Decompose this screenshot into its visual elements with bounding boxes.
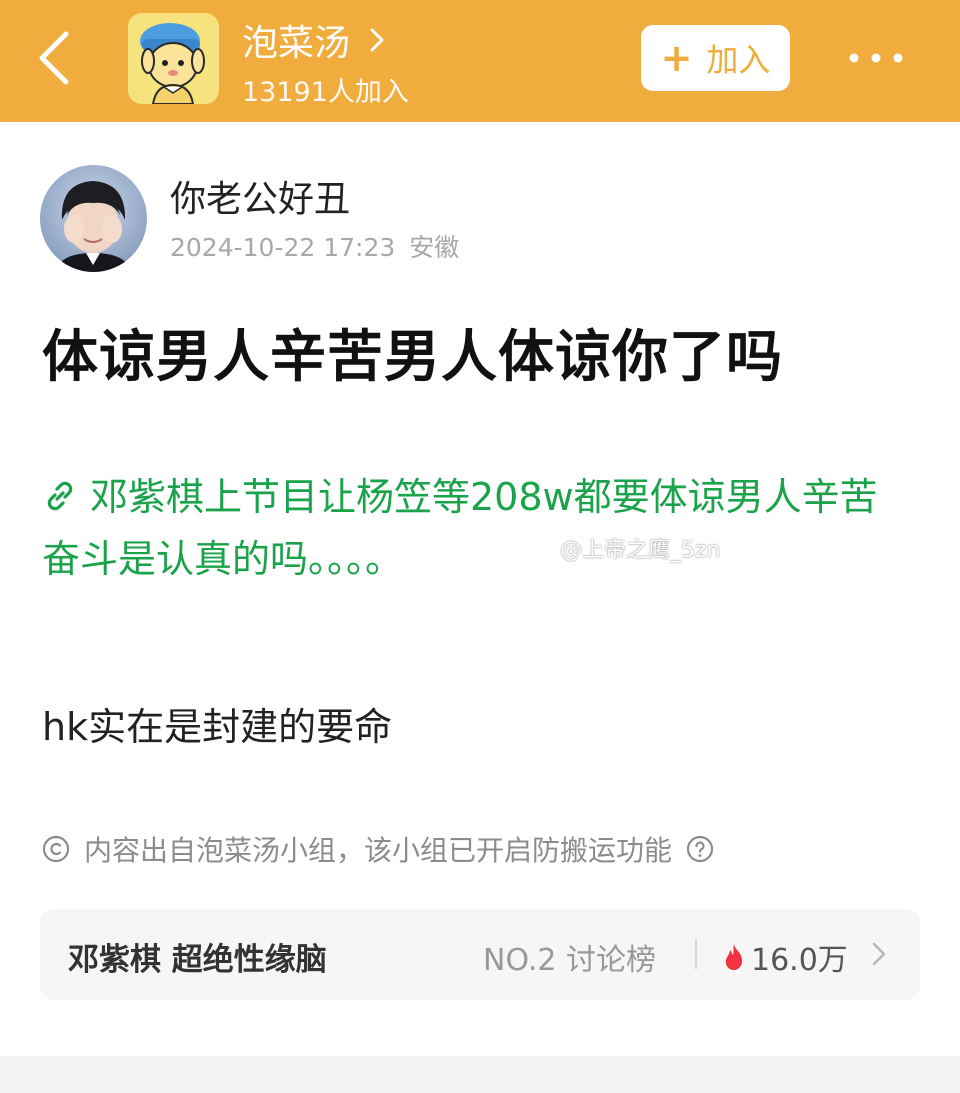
divider [695, 939, 697, 969]
post-body-text: hk实在是封建的要命 [42, 705, 393, 749]
topic-card[interactable]: 邓紫棋 超绝性缘脑 NO.2 讨论榜 16.0万 [40, 909, 920, 1000]
chevron-right-icon [872, 942, 886, 966]
post-timestamp: 2024-10-22 17:23 [170, 233, 396, 262]
group-name: 泡菜汤 [242, 23, 351, 64]
more-icon[interactable] [846, 42, 906, 74]
topic-rank: NO.2 讨论榜 [483, 943, 656, 978]
author-avatar[interactable] [40, 165, 147, 272]
author-name[interactable]: 你老公好丑 [170, 170, 350, 222]
topic-name: 邓紫棋 超绝性缘脑 [68, 942, 327, 978]
chevron-right-icon [370, 28, 384, 52]
copyright-icon [42, 835, 70, 863]
section-divider [0, 1056, 960, 1093]
topic-heat-value: 16.0万 [751, 943, 848, 978]
back-arrow-icon[interactable] [30, 26, 80, 90]
post-meta: 2024-10-22 17:23 安徽 [170, 228, 459, 264]
watermark: @上帝之鹰_5zn [560, 538, 721, 563]
join-button-label: 加入 [706, 41, 771, 79]
post-title: 体谅男人辛苦男人体谅你了吗 [42, 325, 783, 390]
post-link[interactable]: 邓紫棋上节目让杨笠等208w都要体谅男人辛苦奋斗是认真的吗。。。。 [42, 466, 912, 590]
join-button[interactable]: + 加入 [641, 25, 790, 91]
member-count: 13191人加入 [242, 77, 409, 108]
group-avatar[interactable] [128, 13, 219, 104]
post-location: 安徽 [409, 233, 460, 262]
plus-icon: + [660, 36, 693, 80]
link-icon [47, 481, 73, 511]
topic-heat: 16.0万 [723, 935, 848, 979]
flame-icon [725, 944, 743, 970]
post-link-text: 邓紫棋上节目让杨笠等208w都要体谅男人辛苦奋斗是认真的吗。。。。 [42, 475, 878, 581]
help-icon[interactable] [686, 835, 714, 863]
group-header: 泡菜汤 13191人加入 + 加入 [0, 0, 960, 122]
notice-text: 内容出自泡菜汤小组，该小组已开启防搬运功能 [84, 834, 673, 867]
anti-repost-notice: 内容出自泡菜汤小组，该小组已开启防搬运功能 [42, 829, 714, 869]
group-title[interactable]: 泡菜汤 [242, 14, 386, 66]
